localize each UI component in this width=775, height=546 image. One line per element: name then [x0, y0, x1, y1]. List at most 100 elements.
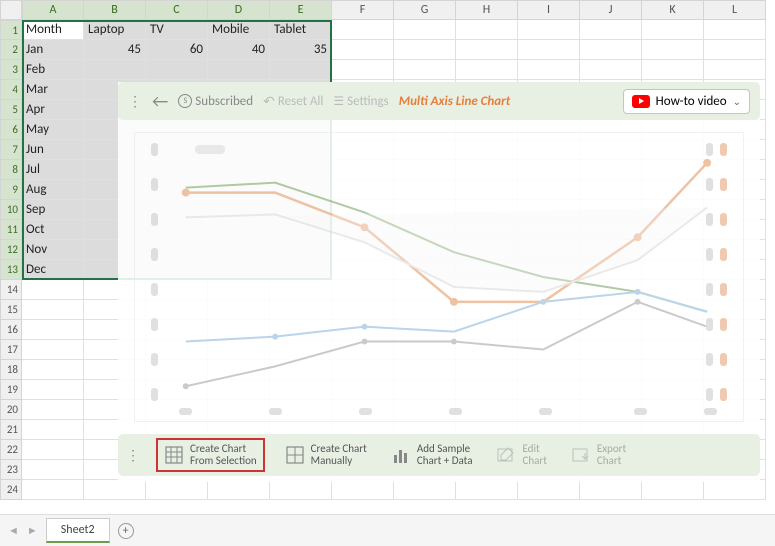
row-header-6[interactable]: 6 — [0, 120, 22, 140]
cell-A15[interactable] — [22, 300, 84, 320]
add-sample-button[interactable]: Add SampleChart + Data — [387, 441, 477, 469]
menu-dots-icon[interactable]: ⋮ — [128, 93, 142, 110]
row-header-5[interactable]: 5 — [0, 100, 22, 120]
row-header-16[interactable]: 16 — [0, 320, 22, 340]
cell-A22[interactable] — [22, 440, 84, 460]
cell-E1[interactable]: Tablet — [270, 20, 332, 40]
cell-A2[interactable]: Jan — [22, 40, 84, 60]
row-header-13[interactable]: 13 — [0, 260, 22, 280]
cell-A11[interactable]: Oct — [22, 220, 84, 240]
cell-A6[interactable]: May — [22, 120, 84, 140]
cell-A4[interactable]: Mar — [22, 80, 84, 100]
cell-I3[interactable] — [518, 60, 580, 80]
cell-J2[interactable] — [580, 40, 642, 60]
row-header-9[interactable]: 9 — [0, 180, 22, 200]
settings-button[interactable]: ☰ Settings — [333, 94, 388, 109]
row-header-11[interactable]: 11 — [0, 220, 22, 240]
row-header-8[interactable]: 8 — [0, 160, 22, 180]
cell-K1[interactable] — [642, 20, 704, 40]
cell-A24[interactable] — [22, 480, 84, 500]
cell-A17[interactable] — [22, 340, 84, 360]
cell-A16[interactable] — [22, 320, 84, 340]
select-all-corner[interactable] — [0, 0, 22, 20]
cell-L3[interactable] — [704, 60, 766, 80]
cell-E24[interactable] — [270, 480, 332, 500]
cell-K24[interactable] — [642, 480, 704, 500]
bar-menu-dots-icon[interactable]: ⋮ — [126, 447, 140, 464]
cell-D1[interactable]: Mobile — [208, 20, 270, 40]
cell-D24[interactable] — [208, 480, 270, 500]
col-header-C[interactable]: C — [146, 0, 208, 20]
cell-G1[interactable] — [394, 20, 456, 40]
cell-H2[interactable] — [456, 40, 518, 60]
cell-A3[interactable]: Feb — [22, 60, 84, 80]
row-header-1[interactable]: 1 — [0, 20, 22, 40]
cell-F2[interactable] — [332, 40, 394, 60]
cell-K2[interactable] — [642, 40, 704, 60]
col-header-K[interactable]: K — [642, 0, 704, 20]
col-header-J[interactable]: J — [580, 0, 642, 20]
create-chart-from-selection-button[interactable]: Create ChartFrom Selection — [156, 438, 265, 472]
cell-L24[interactable] — [704, 480, 766, 500]
col-header-H[interactable]: H — [456, 0, 518, 20]
tab-nav-prev-icon[interactable]: ◄ — [8, 524, 19, 537]
cell-H24[interactable] — [456, 480, 518, 500]
cell-C2[interactable]: 60 — [146, 40, 208, 60]
cell-E2[interactable]: 35 — [270, 40, 332, 60]
row-header-10[interactable]: 10 — [0, 200, 22, 220]
cell-F24[interactable] — [332, 480, 394, 500]
cell-A14[interactable] — [22, 280, 84, 300]
cell-G2[interactable] — [394, 40, 456, 60]
row-header-23[interactable]: 23 — [0, 460, 22, 480]
cell-F1[interactable] — [332, 20, 394, 40]
cell-B3[interactable] — [84, 60, 146, 80]
add-sheet-icon[interactable]: + — [118, 523, 134, 539]
cell-A13[interactable]: Dec — [22, 260, 84, 280]
export-chart-button[interactable]: ExportChart — [567, 441, 630, 469]
reset-button[interactable]: ↶ Reset All — [263, 93, 323, 110]
col-header-F[interactable]: F — [332, 0, 394, 20]
subscribed-button[interactable]: S Subscribed — [178, 94, 253, 109]
cell-I2[interactable] — [518, 40, 580, 60]
cell-L2[interactable] — [704, 40, 766, 60]
cell-A23[interactable] — [22, 460, 84, 480]
row-header-24[interactable]: 24 — [0, 480, 22, 500]
create-chart-manually-button[interactable]: Create ChartManually — [281, 441, 371, 469]
cell-H1[interactable] — [456, 20, 518, 40]
cell-B1[interactable]: Laptop — [84, 20, 146, 40]
row-header-22[interactable]: 22 — [0, 440, 22, 460]
cell-A1[interactable]: Month — [22, 20, 84, 40]
row-header-12[interactable]: 12 — [0, 240, 22, 260]
col-header-G[interactable]: G — [394, 0, 456, 20]
row-header-17[interactable]: 17 — [0, 340, 22, 360]
cell-A7[interactable]: Jun — [22, 140, 84, 160]
cell-F3[interactable] — [332, 60, 394, 80]
cell-L1[interactable] — [704, 20, 766, 40]
cell-I24[interactable] — [518, 480, 580, 500]
col-header-A[interactable]: A — [22, 0, 84, 20]
cell-H3[interactable] — [456, 60, 518, 80]
cell-A18[interactable] — [22, 360, 84, 380]
cell-J3[interactable] — [580, 60, 642, 80]
edit-chart-button[interactable]: EditChart — [492, 441, 550, 469]
cell-A19[interactable] — [22, 380, 84, 400]
cell-C3[interactable] — [146, 60, 208, 80]
col-header-E[interactable]: E — [270, 0, 332, 20]
cell-D2[interactable]: 40 — [208, 40, 270, 60]
cell-K3[interactable] — [642, 60, 704, 80]
cell-A10[interactable]: Sep — [22, 200, 84, 220]
cell-J1[interactable] — [580, 20, 642, 40]
row-header-19[interactable]: 19 — [0, 380, 22, 400]
cell-A8[interactable]: Jul — [22, 160, 84, 180]
cell-A21[interactable] — [22, 420, 84, 440]
col-header-D[interactable]: D — [208, 0, 270, 20]
row-header-4[interactable]: 4 — [0, 80, 22, 100]
tab-nav-next-icon[interactable]: ► — [27, 524, 38, 537]
cell-C24[interactable] — [146, 480, 208, 500]
cell-A20[interactable] — [22, 400, 84, 420]
cell-J24[interactable] — [580, 480, 642, 500]
cell-I1[interactable] — [518, 20, 580, 40]
row-header-21[interactable]: 21 — [0, 420, 22, 440]
cell-B24[interactable] — [84, 480, 146, 500]
row-header-20[interactable]: 20 — [0, 400, 22, 420]
